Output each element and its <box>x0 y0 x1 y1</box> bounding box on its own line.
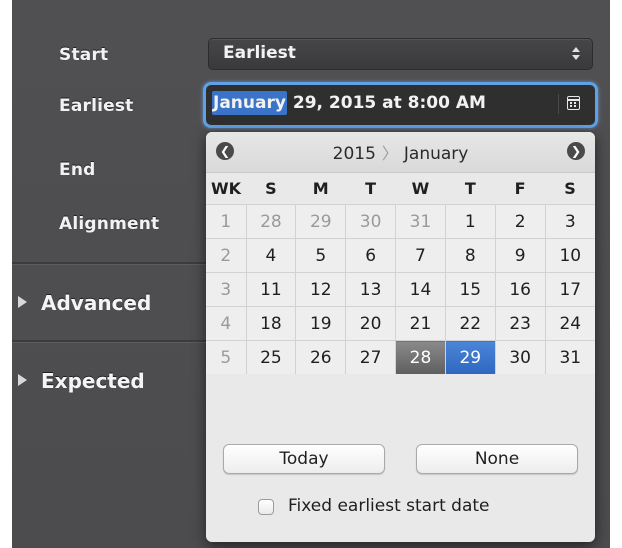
day-cell[interactable]: 30 <box>494 340 546 374</box>
day-cell[interactable]: 2 <box>494 204 546 239</box>
weekday-header-row: WK S M T W T F S <box>206 173 595 205</box>
week-row: 1 28 29 30 31 1 2 3 <box>206 204 595 239</box>
calendar-icon <box>567 96 580 110</box>
calendar-title: 2015 〉 January <box>206 140 595 164</box>
week-number: 5 <box>206 340 246 374</box>
day-cell[interactable]: 4 <box>245 238 296 273</box>
up-down-arrows-icon <box>572 47 580 61</box>
day-cell[interactable]: 5 <box>295 238 346 273</box>
day-cell[interactable]: 14 <box>395 272 446 307</box>
calendar-popup-button[interactable] <box>558 94 587 114</box>
weekday-header: F <box>495 173 546 205</box>
day-cell[interactable]: 22 <box>444 306 496 341</box>
day-cell-selected[interactable]: 29 <box>444 340 496 374</box>
day-cell[interactable]: 24 <box>544 306 595 341</box>
calendar-month[interactable]: January <box>404 144 468 164</box>
day-cell[interactable]: 26 <box>295 340 346 374</box>
day-cell[interactable]: 18 <box>245 306 296 341</box>
week-number: 4 <box>206 306 246 341</box>
weekday-header: M <box>295 173 346 205</box>
weekday-header: W <box>395 173 446 205</box>
day-cell[interactable]: 13 <box>345 272 396 307</box>
weekday-header: WK <box>206 173 246 205</box>
week-number: 1 <box>206 204 246 239</box>
day-cell[interactable]: 27 <box>345 340 396 374</box>
day-cell[interactable]: 28 <box>245 204 296 239</box>
day-cell[interactable]: 9 <box>494 238 546 273</box>
circle-arrow-right-icon[interactable]: ❯ <box>567 142 585 160</box>
day-cell[interactable]: 29 <box>295 204 346 239</box>
weekday-header: T <box>445 173 496 205</box>
day-cell[interactable]: 20 <box>345 306 396 341</box>
divider <box>12 340 212 343</box>
alignment-label: Alignment <box>59 214 160 234</box>
day-cell[interactable]: 30 <box>345 204 396 239</box>
disclosure-triangle-icon <box>18 374 27 386</box>
weekday-header: S <box>545 173 595 205</box>
end-label: End <box>59 160 96 180</box>
day-cell[interactable]: 10 <box>544 238 595 273</box>
inspector-panel: Start Earliest Earliest January 29, 2015… <box>12 0 610 548</box>
day-cell[interactable]: 3 <box>544 204 595 239</box>
today-button[interactable]: Today <box>223 444 385 474</box>
fixed-earliest-checkbox[interactable] <box>258 499 274 515</box>
weekday-header: S <box>246 173 296 205</box>
expected-disclosure[interactable]: Expected <box>18 369 145 393</box>
expected-label: Expected <box>41 369 145 393</box>
calendar-grid: WK S M T W T F S 1 28 29 30 31 1 2 3 2 4… <box>206 173 595 374</box>
day-cell[interactable]: 21 <box>395 306 446 341</box>
day-cell[interactable]: 7 <box>395 238 446 273</box>
divider <box>12 262 212 265</box>
start-popup-button[interactable]: Earliest <box>208 38 593 70</box>
start-popup-value: Earliest <box>223 43 296 63</box>
none-button[interactable]: None <box>416 444 578 474</box>
day-cell-today[interactable]: 28 <box>395 340 446 374</box>
earliest-month-selection: January <box>212 91 287 115</box>
weekday-header: T <box>345 173 396 205</box>
fixed-earliest-label: Fixed earliest start date <box>288 496 490 516</box>
week-number: 3 <box>206 272 246 307</box>
week-row: 3 11 12 13 14 15 16 17 <box>206 272 595 307</box>
calendar-year[interactable]: 2015 <box>333 144 376 164</box>
day-cell[interactable]: 17 <box>544 272 595 307</box>
start-label: Start <box>59 45 109 65</box>
earliest-label: Earliest <box>59 96 134 116</box>
day-cell[interactable]: 6 <box>345 238 396 273</box>
earliest-date-rest: 29, 2015 at 8:00 AM <box>286 93 486 113</box>
week-row: 4 18 19 20 21 22 23 24 <box>206 306 595 341</box>
day-cell[interactable]: 15 <box>444 272 496 307</box>
earliest-date-field[interactable]: January 29, 2015 at 8:00 AM <box>206 85 595 125</box>
day-cell[interactable]: 19 <box>295 306 346 341</box>
day-cell[interactable]: 31 <box>395 204 446 239</box>
day-cell[interactable]: 25 <box>245 340 296 374</box>
advanced-label: Advanced <box>41 291 152 315</box>
disclosure-triangle-icon <box>18 296 27 308</box>
week-number: 2 <box>206 238 246 273</box>
earliest-date-text: January 29, 2015 at 8:00 AM <box>212 91 486 115</box>
day-cell[interactable]: 1 <box>444 204 496 239</box>
day-cell[interactable]: 8 <box>444 238 496 273</box>
week-row: 2 4 5 6 7 8 9 10 <box>206 238 595 273</box>
day-cell[interactable]: 12 <box>295 272 346 307</box>
day-cell[interactable]: 23 <box>494 306 546 341</box>
calendar-header: ❮ 2015 〉 January ❯ <box>206 132 595 173</box>
day-cell[interactable]: 31 <box>544 340 595 374</box>
week-row: 5 25 26 27 28 29 30 31 <box>206 340 595 374</box>
breadcrumb-separator: 〉 <box>381 144 398 163</box>
day-cell[interactable]: 16 <box>494 272 546 307</box>
date-picker-popover: ❮ 2015 〉 January ❯ WK S M T W T F S 1 28… <box>206 132 595 542</box>
day-cell[interactable]: 11 <box>245 272 296 307</box>
advanced-disclosure[interactable]: Advanced <box>18 291 151 315</box>
